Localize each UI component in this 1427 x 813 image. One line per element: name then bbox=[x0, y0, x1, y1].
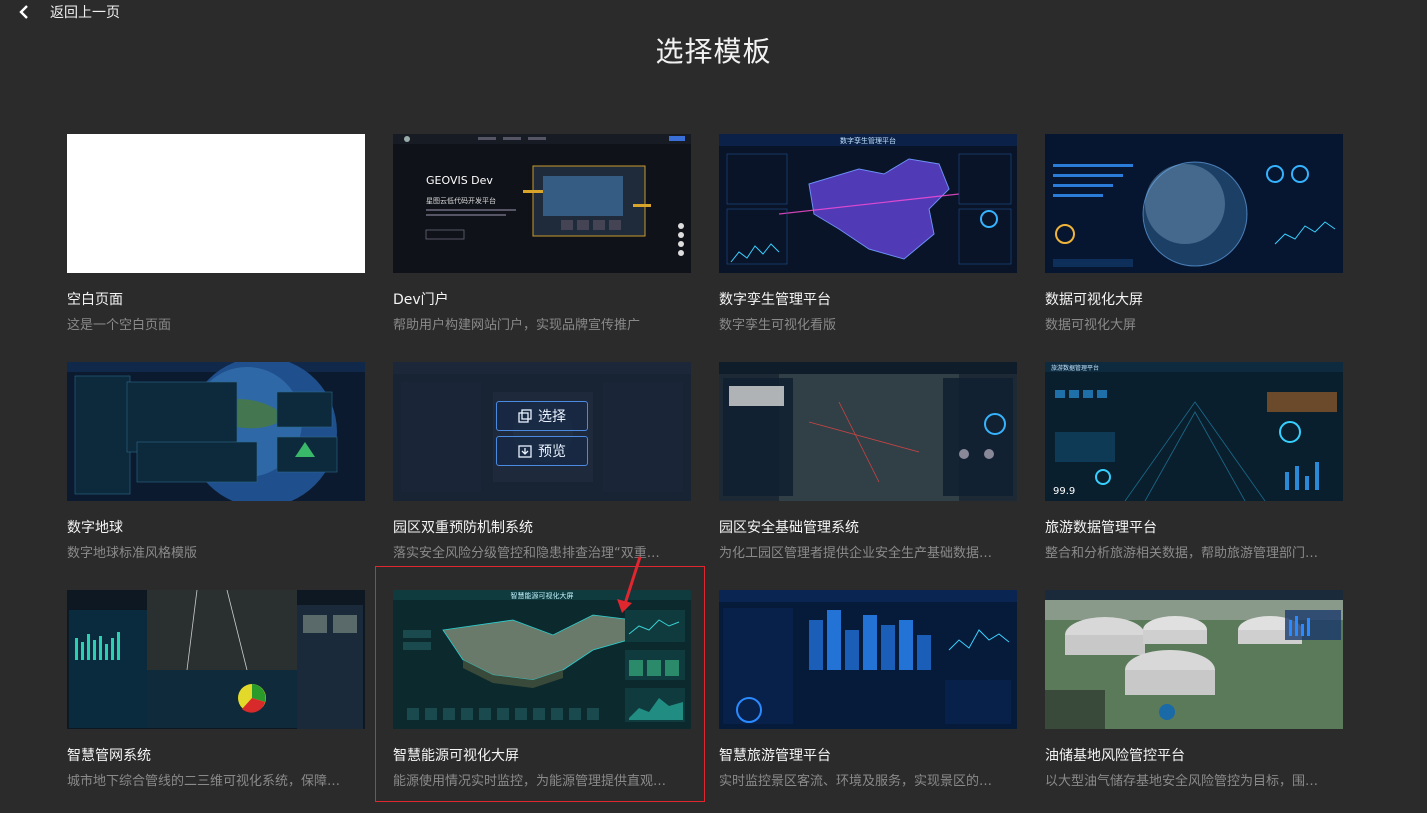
template-card-smart-energy[interactable]: 智慧能源可视化大屏 智慧能源可视化大屏 能源使用情况实时监控，为能源管理提供直观… bbox=[393, 590, 691, 790]
template-name: 园区安全基础管理系统 bbox=[719, 520, 859, 536]
template-name: 智慧管网系统 bbox=[67, 748, 151, 764]
energy-title: 智慧能源可视化大屏 bbox=[511, 591, 574, 600]
template-desc: 数字孪生可视化看版 bbox=[719, 318, 837, 333]
template-thumbnail bbox=[1045, 590, 1343, 729]
template-thumbnail bbox=[1045, 134, 1343, 273]
geovis-subtitle: 星图云低代码开发平台 bbox=[426, 196, 496, 205]
back-button[interactable]: 返回上一页 bbox=[18, 2, 120, 22]
geovis-title: GEOVIS Dev bbox=[426, 174, 493, 187]
template-thumbnail: 数字孪生管理平台 bbox=[719, 134, 1017, 273]
select-button[interactable]: 选择 bbox=[496, 401, 588, 431]
template-card-blank[interactable]: 空白页面 这是一个空白页面 bbox=[67, 134, 365, 334]
template-desc: 能源使用情况实时监控，为能源管理提供直观… bbox=[393, 774, 667, 789]
template-thumbnail bbox=[67, 590, 365, 729]
template-card-smart-pipeline[interactable]: 智慧管网系统 城市地下综合管线的二三维可视化系统，保障… bbox=[67, 590, 365, 790]
template-name: 智慧能源可视化大屏 bbox=[393, 748, 519, 764]
template-name: 旅游数据管理平台 bbox=[1045, 520, 1157, 536]
tour-big-number: 99.9 bbox=[1053, 486, 1075, 497]
template-thumbnail bbox=[719, 362, 1017, 501]
page-title: 选择模板 bbox=[655, 35, 772, 68]
hover-overlay: 选择 预览 bbox=[393, 362, 691, 501]
template-card-park-safety[interactable]: 园区安全基础管理系统 为化工园区管理者提供企业安全生产基础数据… bbox=[719, 362, 1017, 562]
template-card-digital-twin[interactable]: 数字孪生管理平台 数字孪生管理平台 数字孪生可视化看版 bbox=[719, 134, 1017, 334]
template-desc: 为化工园区管理者提供企业安全生产基础数据… bbox=[719, 546, 993, 561]
back-label: 返回上一页 bbox=[50, 5, 120, 21]
template-desc: 数字地球标准风格模版 bbox=[67, 546, 198, 561]
template-name: 油储基地风险管控平台 bbox=[1045, 748, 1185, 764]
template-thumbnail: GEOVIS Dev 星图云低代码开发平台 bbox=[393, 134, 691, 273]
twin-title: 数字孪生管理平台 bbox=[840, 136, 896, 145]
chevron-left-icon bbox=[19, 5, 28, 19]
template-card-digital-earth[interactable]: 数字地球 数字地球标准风格模版 bbox=[67, 362, 365, 562]
template-card-dev-portal[interactable]: GEOVIS Dev 星图云低代码开发平台 Dev门户 帮助用户构建网站门户，实… bbox=[393, 134, 691, 334]
template-name: 智慧旅游管理平台 bbox=[719, 748, 831, 764]
template-card-oil-storage[interactable]: 油储基地风险管控平台 以大型油气储存基地安全风险管控为目标，围… bbox=[1045, 590, 1343, 790]
template-desc: 这是一个空白页面 bbox=[67, 318, 172, 333]
template-name: 数字孪生管理平台 bbox=[719, 292, 831, 308]
template-name: 数据可视化大屏 bbox=[1045, 292, 1143, 308]
template-desc: 数据可视化大屏 bbox=[1045, 318, 1137, 333]
template-card-data-viz[interactable]: 数据可视化大屏 数据可视化大屏 bbox=[1045, 134, 1343, 334]
copy-icon bbox=[518, 409, 532, 423]
template-name: Dev门户 bbox=[393, 292, 449, 308]
template-desc: 落实安全风险分级管控和隐患排查治理“双重… bbox=[393, 546, 660, 561]
template-thumbnail: 旅游数据管理平台 99.9 bbox=[1045, 362, 1343, 501]
tour-title: 旅游数据管理平台 bbox=[1051, 364, 1099, 372]
template-desc: 城市地下综合管线的二三维可视化系统，保障… bbox=[67, 774, 341, 789]
select-label: 选择 bbox=[538, 409, 566, 425]
template-name: 园区双重预防机制系统 bbox=[393, 520, 533, 536]
template-thumbnail bbox=[719, 590, 1017, 729]
preview-icon bbox=[518, 445, 532, 458]
template-name: 空白页面 bbox=[67, 292, 123, 308]
template-name: 数字地球 bbox=[67, 520, 123, 536]
preview-label: 预览 bbox=[538, 444, 566, 460]
template-thumbnail bbox=[67, 134, 365, 273]
template-card-tourism-data[interactable]: 旅游数据管理平台 99.9 旅游数据管理平台 整合和分析旅游相关数据，帮助旅游管… bbox=[1045, 362, 1343, 562]
template-card-dual-prevention[interactable]: 选择 预览 园区双重预防机制系统 落实安全风险分级管控和隐患排查治理“双重… bbox=[393, 362, 691, 562]
template-thumbnail bbox=[67, 362, 365, 501]
preview-button[interactable]: 预览 bbox=[496, 436, 588, 466]
template-desc: 帮助用户构建网站门户，实现品牌宣传推广 bbox=[393, 318, 641, 333]
template-desc: 整合和分析旅游相关数据，帮助旅游管理部门… bbox=[1045, 546, 1319, 561]
template-thumbnail: 智慧能源可视化大屏 bbox=[393, 590, 691, 729]
template-card-smart-tourism[interactable]: 智慧旅游管理平台 实时监控景区客流、环境及服务，实现景区的… bbox=[719, 590, 1017, 790]
template-desc: 实时监控景区客流、环境及服务，实现景区的… bbox=[719, 774, 993, 789]
template-desc: 以大型油气储存基地安全风险管控为目标，围… bbox=[1045, 774, 1319, 789]
